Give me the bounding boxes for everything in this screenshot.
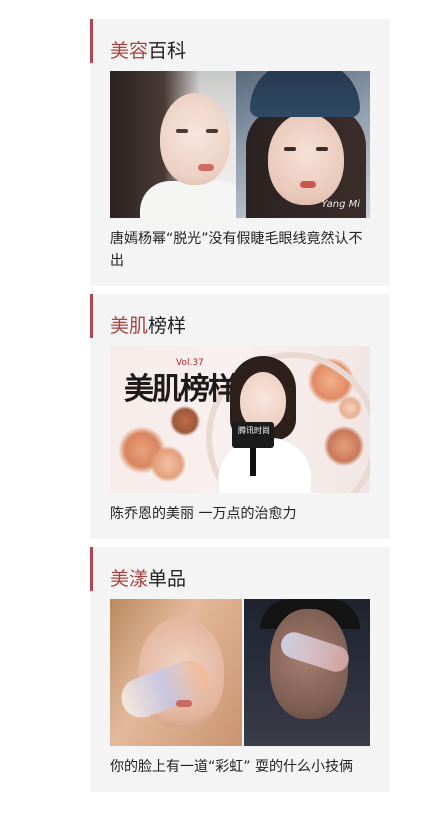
section-accent-bar (90, 547, 93, 591)
section-featured-product: 美漾单品 你的脸上有一道“彩虹” 耍的什么小技俩 (90, 547, 390, 792)
lip-shape (300, 181, 316, 188)
section-header: 美漾单品 (90, 547, 390, 599)
section-title[interactable]: 美容百科 (110, 39, 186, 63)
article-caption[interactable]: 你的脸上有一道“彩虹” 耍的什么小技俩 (110, 756, 370, 778)
flower-decoration (150, 446, 186, 482)
cap-shape (250, 71, 360, 117)
eye-shape (284, 147, 296, 151)
section-beauty-encyclopedia: 美容百科 Yang Mi 唐嫣杨幂“脱光”没有假睫毛眼线竟然认不出 (90, 19, 390, 286)
signature-watermark: Yang Mi (321, 199, 360, 210)
article-thumbnail[interactable] (110, 599, 370, 746)
section-title-rest: 榜样 (148, 315, 187, 337)
article-caption[interactable]: 唐嫣杨幂“脱光”没有假睫毛眼线竟然认不出 (110, 228, 370, 272)
section-header: 美容百科 (90, 19, 390, 71)
shirt-shape (140, 181, 250, 218)
section-title[interactable]: 美漾单品 (110, 567, 186, 591)
section-title-rest: 单品 (148, 568, 187, 590)
section-title-rest: 百科 (148, 40, 187, 62)
section-header: 美肌榜样 (90, 294, 390, 346)
section-accent-bar (90, 294, 93, 338)
eye-shape (176, 129, 188, 133)
flower-decoration (170, 406, 200, 436)
face-shape (160, 93, 230, 185)
face-shape (268, 113, 344, 205)
article-thumbnail[interactable]: 美肌榜样 Vol.37 腾讯时尚 (110, 346, 370, 493)
section-title[interactable]: 美肌榜样 (110, 314, 186, 338)
article-caption[interactable]: 陈乔恩的美丽 一万点的治愈力 (110, 503, 370, 525)
section-title-accent: 美容 (110, 40, 149, 62)
lip-shape (176, 700, 192, 707)
eye-shape (316, 147, 328, 151)
eye-shape (206, 129, 218, 133)
microphone-label: 腾讯时尚 (238, 426, 270, 435)
article-thumbnail[interactable]: Yang Mi (110, 71, 370, 218)
section-title-accent: 美肌 (110, 315, 149, 337)
logo-issue: Vol.37 (176, 358, 204, 368)
microphone-stem (250, 448, 256, 476)
content-column: 美容百科 Yang Mi 唐嫣杨幂“脱光”没有假睫毛眼线竟然认不出 美肌榜样 美… (90, 19, 390, 800)
section-title-accent: 美漾 (110, 568, 149, 590)
section-skin-role-model: 美肌榜样 美肌榜样 Vol.37 腾讯时尚 陈乔恩的美丽 一万点的治愈力 (90, 294, 390, 539)
lip-shape (198, 164, 214, 171)
section-accent-bar (90, 19, 93, 63)
